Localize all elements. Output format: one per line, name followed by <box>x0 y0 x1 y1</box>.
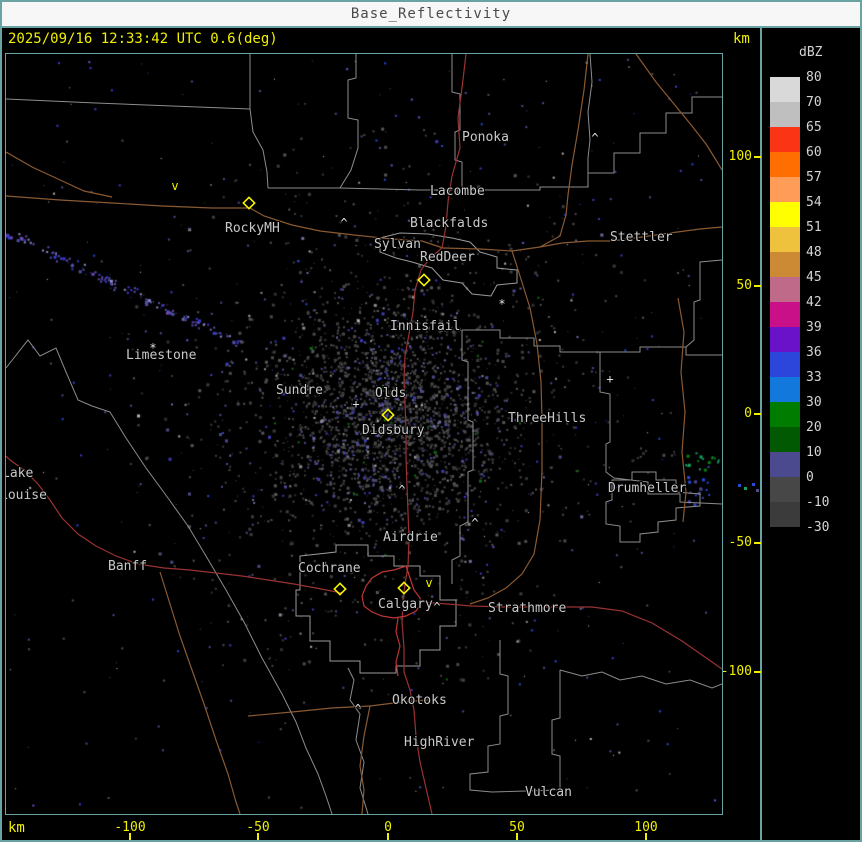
x-axis-tick-mark <box>387 833 389 840</box>
radar-app-window: { "window": { "title": "Base_Reflectivit… <box>0 0 862 842</box>
x-axis-tick-mark <box>129 833 131 840</box>
legend-scale-label: 54 <box>806 195 822 210</box>
y-axis-tick-mark <box>754 413 761 415</box>
legend-scale-label: 30 <box>806 395 822 410</box>
stray-echo-dot <box>756 489 759 492</box>
radar-map-panel[interactable] <box>5 53 723 815</box>
legend-scale-label: 48 <box>806 245 822 260</box>
legend-color-box <box>770 177 800 202</box>
scan-timestamp: 2025/09/16 12:33:42 UTC 0.6(deg) <box>8 31 278 47</box>
legend-scale-label: 42 <box>806 295 822 310</box>
legend-color-box <box>770 152 800 177</box>
frame-top <box>0 0 862 2</box>
legend-scale-label: 57 <box>806 170 822 185</box>
y-axis-tick-label: 0 <box>744 406 752 421</box>
legend-color-box <box>770 102 800 127</box>
y-axis-tick-mark <box>754 671 761 673</box>
titlebar-separator <box>0 26 862 28</box>
y-axis-tick-label: 50 <box>736 278 752 293</box>
legend-color-box <box>770 402 800 427</box>
y-axis-tick-label: 100 <box>728 149 752 164</box>
legend-scale-label: 39 <box>806 320 822 335</box>
y-axis-tick-mark <box>754 285 761 287</box>
y-axis-tick-label: -100 <box>720 664 752 679</box>
legend-scale-label: 60 <box>806 145 822 160</box>
legend-color-box <box>770 452 800 477</box>
legend-scale-label: 20 <box>806 420 822 435</box>
legend-color-box <box>770 327 800 352</box>
x-axis-tick-mark <box>645 833 647 840</box>
legend-scale-label: 70 <box>806 95 822 110</box>
legend-color-box <box>770 127 800 152</box>
legend-scale-label: 51 <box>806 220 822 235</box>
bottom-axis-unit: km <box>8 820 25 836</box>
stray-echo-dot <box>744 487 747 490</box>
legend-color-box <box>770 502 800 527</box>
frame-left <box>0 0 2 842</box>
legend-divider <box>760 28 762 842</box>
legend-color-box <box>770 227 800 252</box>
legend-color-box <box>770 202 800 227</box>
legend-color-box <box>770 252 800 277</box>
legend-color-box <box>770 277 800 302</box>
legend-scale-label: 33 <box>806 370 822 385</box>
legend-scale-label: 0 <box>806 470 814 485</box>
legend-scale-label: 80 <box>806 70 822 85</box>
x-axis-tick-mark <box>257 833 259 840</box>
legend-title: dBZ <box>799 45 823 60</box>
legend-scale-label: -10 <box>806 495 830 510</box>
top-axis-unit: km <box>733 31 750 47</box>
legend-color-box <box>770 377 800 402</box>
x-axis-tick-mark <box>516 833 518 840</box>
legend-color-box <box>770 302 800 327</box>
legend-color-box <box>770 477 800 502</box>
stray-echo-dot <box>752 483 755 486</box>
legend-scale-label: 65 <box>806 120 822 135</box>
y-axis-tick-mark <box>754 542 761 544</box>
y-axis-tick-mark <box>754 156 761 158</box>
legend-scale-label: 45 <box>806 270 822 285</box>
legend-color-box <box>770 352 800 377</box>
legend-scale-label: -30 <box>806 520 830 535</box>
legend-color-box <box>770 77 800 102</box>
legend-scale-label: 10 <box>806 445 822 460</box>
stray-echo-dot <box>738 484 741 487</box>
window-title[interactable]: Base_Reflectivity <box>2 2 860 26</box>
legend-color-box <box>770 427 800 452</box>
y-axis-tick-label: -50 <box>728 535 752 550</box>
legend-scale-label: 36 <box>806 345 822 360</box>
